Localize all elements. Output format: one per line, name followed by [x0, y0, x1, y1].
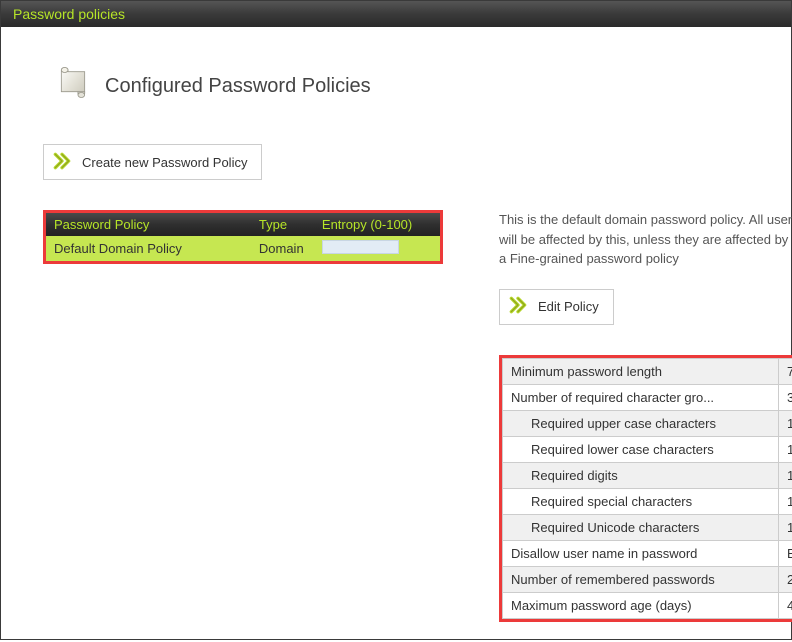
- policy-row-type: Domain: [251, 236, 314, 261]
- details-label: Required upper case characters: [503, 410, 779, 436]
- details-row: Required special characters1: [503, 488, 792, 514]
- create-policy-button[interactable]: Create new Password Policy: [43, 144, 262, 180]
- entropy-bar: [322, 240, 399, 254]
- details-row: Number of required character gro...3: [503, 384, 792, 410]
- policy-description: This is the default domain password poli…: [499, 210, 792, 269]
- details-row: Required lower case characters1: [503, 436, 792, 462]
- policy-row-entropy: [314, 236, 440, 261]
- policy-table: Password Policy Type Entropy (0-100) Def…: [43, 210, 443, 264]
- details-label: Required Unicode characters: [503, 514, 779, 540]
- details-row: Maximum password age (days)42: [503, 592, 792, 618]
- details-value: 42: [779, 592, 792, 618]
- details-label: Maximum password age (days): [503, 592, 779, 618]
- details-value: 1: [779, 410, 792, 436]
- policy-col-header-type[interactable]: Type: [251, 213, 314, 236]
- details-value: Enabled: [779, 540, 792, 566]
- details-label: Number of remembered passwords: [503, 566, 779, 592]
- chevron-double-right-icon: [52, 151, 72, 174]
- edit-policy-label: Edit Policy: [538, 299, 599, 314]
- details-value: 7: [779, 358, 792, 384]
- policy-table-header-row: Password Policy Type Entropy (0-100): [46, 213, 440, 236]
- details-value: 1: [779, 436, 792, 462]
- details-label: Required lower case characters: [503, 436, 779, 462]
- details-row: Disallow user name in passwordEnabled: [503, 540, 792, 566]
- details-label: Required special characters: [503, 488, 779, 514]
- chevron-double-right-icon: [508, 295, 528, 318]
- details-label: Minimum password length: [503, 358, 779, 384]
- details-row: Number of remembered passwords24: [503, 566, 792, 592]
- details-row: Required digits1: [503, 462, 792, 488]
- header-bar: Password policies: [1, 1, 791, 27]
- page-title: Configured Password Policies: [105, 75, 371, 98]
- details-row: Required Unicode characters1: [503, 514, 792, 540]
- policy-row[interactable]: Default Domain Policy Domain: [46, 236, 440, 261]
- header-title: Password policies: [13, 6, 125, 22]
- details-label: Number of required character gro...: [503, 384, 779, 410]
- details-label: Required digits: [503, 462, 779, 488]
- details-row: Required upper case characters1: [503, 410, 792, 436]
- policy-col-header-entropy[interactable]: Entropy (0-100): [314, 213, 440, 236]
- edit-policy-button[interactable]: Edit Policy: [499, 289, 614, 325]
- details-label: Disallow user name in password: [503, 540, 779, 566]
- details-row: Minimum password length7: [503, 358, 792, 384]
- policy-details-table: Minimum password length7Number of requir…: [499, 355, 792, 622]
- main-content: Configured Password Policies Create new …: [1, 27, 791, 642]
- details-value: 3: [779, 384, 792, 410]
- page-title-row: Configured Password Policies: [53, 65, 749, 108]
- create-policy-label: Create new Password Policy: [82, 155, 247, 170]
- details-value: 1: [779, 514, 792, 540]
- policy-row-name: Default Domain Policy: [46, 236, 251, 261]
- details-value: 1: [779, 462, 792, 488]
- details-value: 24: [779, 566, 792, 592]
- details-value: 1: [779, 488, 792, 514]
- scroll-icon: [53, 65, 93, 108]
- policy-col-header-name[interactable]: Password Policy: [46, 213, 251, 236]
